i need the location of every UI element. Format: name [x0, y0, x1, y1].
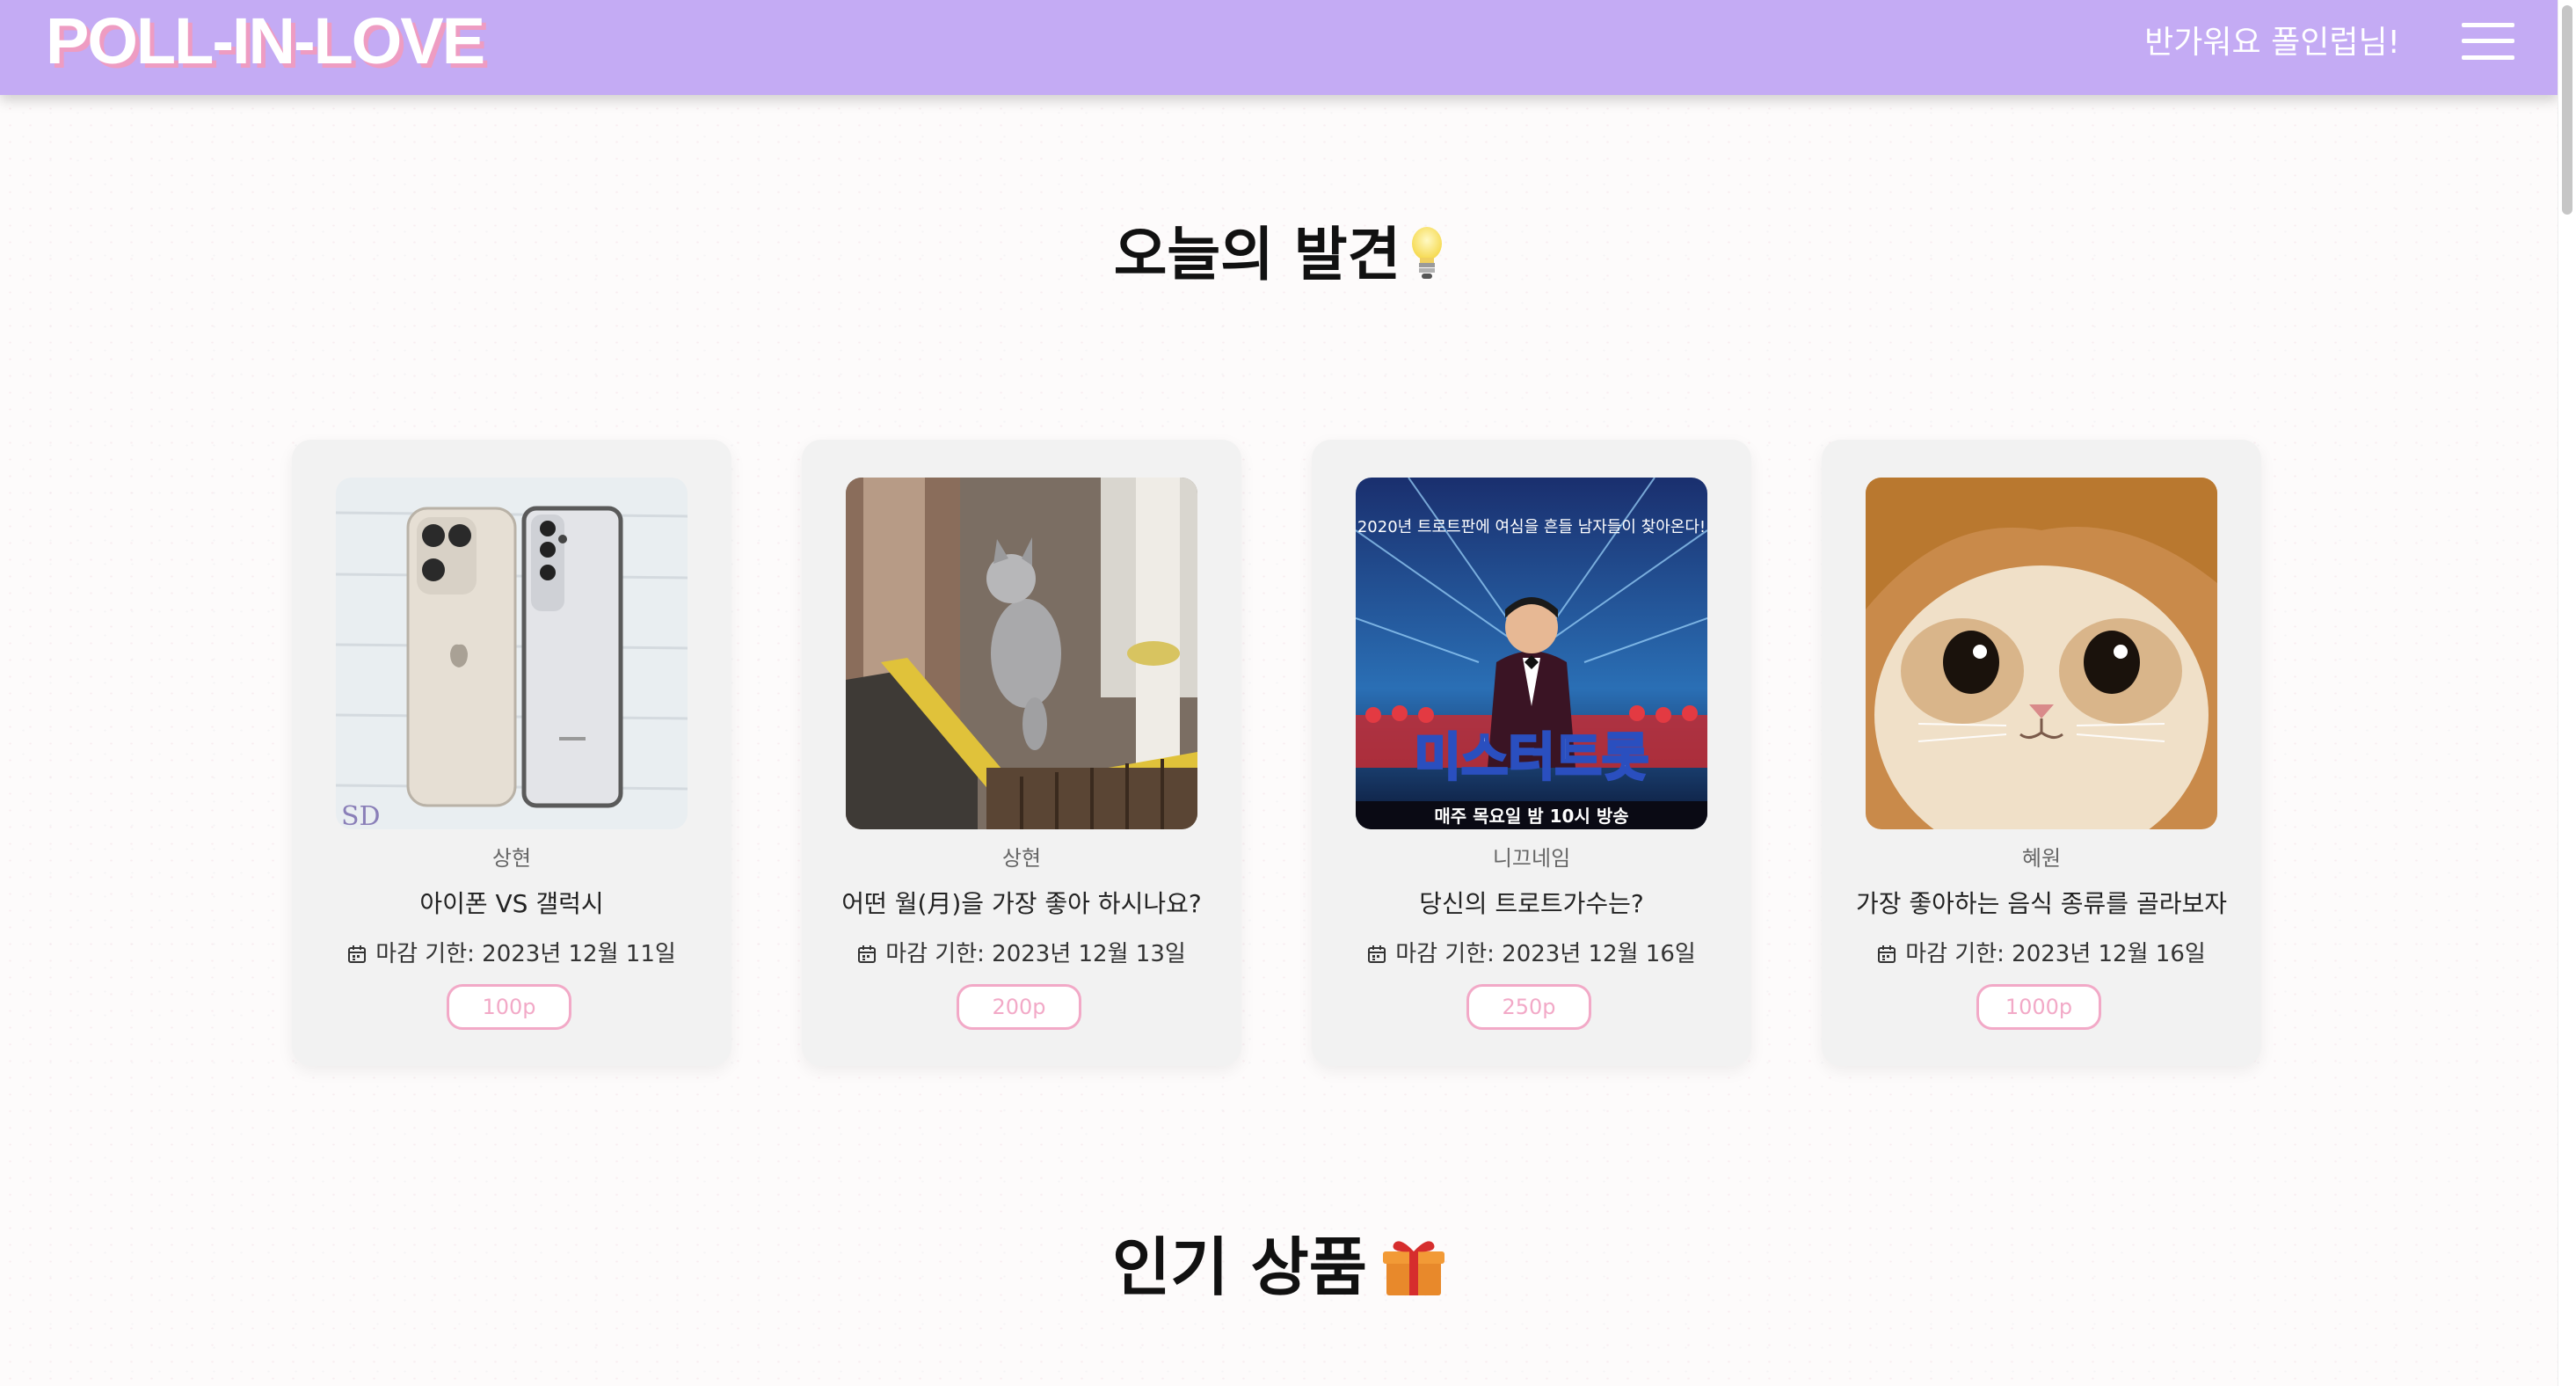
calendar-icon [348, 945, 367, 963]
points-badge[interactable]: 250p [1466, 984, 1591, 1030]
points-badge[interactable]: 1000p [1976, 984, 2101, 1030]
calendar-icon [1878, 945, 1896, 963]
card-deadline: 마감 기한: 2023년 12월 13일 [802, 936, 1241, 968]
card-deadline: 마감 기한: 2023년 12월 16일 [1822, 936, 2261, 968]
points-badge[interactable]: 100p [447, 984, 571, 1030]
card-author: 상현 [1001, 846, 1042, 871]
top-header: POLL-IN-LOVE 반가워요 폴인럽님! [0, 0, 2558, 95]
section-title-discover: 오늘의 발견 [0, 208, 2558, 292]
scrollbar-thumb[interactable] [2562, 5, 2572, 215]
points-badge[interactable]: 200p [957, 984, 1081, 1030]
trot-show-image[interactable]: 2020년 트로트판에 여심을 흔들 남자들이 찾아온다! 미스터트롯 매주 목… [1356, 478, 1707, 829]
card-author: 상현 [491, 846, 532, 871]
card-title[interactable]: 아이폰 VS 갤럭시 [292, 885, 731, 920]
phones-image[interactable]: SD [336, 478, 688, 829]
lightbulb-icon [1412, 226, 1443, 279]
greeting-text: 반가워요 폴인럽님! [2144, 25, 2400, 61]
cat-door-image[interactable] [846, 478, 1197, 829]
poll-card[interactable]: 2020년 트로트판에 여심을 흔들 남자들이 찾아온다! 미스터트롯 매주 목… [1312, 440, 1751, 1066]
cat-hood-image[interactable] [1866, 478, 2217, 829]
card-deadline: 마감 기한: 2023년 12월 16일 [1312, 936, 1751, 968]
calendar-icon [858, 945, 877, 963]
card-title[interactable]: 가장 좋아하는 음식 종류를 골라보자 [1822, 885, 2261, 920]
card-deadline-text: 마감 기한: 2023년 12월 13일 [885, 941, 1186, 967]
gift-icon [1383, 1241, 1445, 1296]
scrollbar[interactable] [2558, 0, 2576, 1386]
section-title-popular: 인기 상품 [0, 1215, 2558, 1308]
card-author: 혜원 [2021, 846, 2062, 871]
poster-show-title: 미스터트롯 [1415, 727, 1649, 787]
discover-title-text: 오늘의 발견 [1113, 221, 1401, 288]
card-deadline-text: 마감 기한: 2023년 12월 16일 [1905, 941, 2206, 967]
menu-icon[interactable] [2462, 21, 2514, 62]
poll-card[interactable]: 혜원 가장 좋아하는 음식 종류를 골라보자 마감 기한: 2023년 12월 … [1822, 440, 2261, 1066]
popular-title-text: 인기 상품 [1111, 1230, 1368, 1304]
card-title[interactable]: 어떤 월(月)을 가장 좋아 하시나요? [802, 885, 1241, 920]
poster-schedule: 매주 목요일 밤 10시 방송 [1434, 806, 1628, 827]
card-deadline-text: 마감 기한: 2023년 12월 11일 [375, 941, 676, 967]
card-author: 니끄네임 [1492, 846, 1571, 871]
poll-card[interactable]: SD 상현 아이폰 VS 갤럭시 마감 기한: 2023년 12월 11일 10… [292, 440, 731, 1066]
card-deadline-text: 마감 기한: 2023년 12월 16일 [1395, 941, 1696, 967]
card-title[interactable]: 당신의 트로트가수는? [1312, 885, 1751, 920]
calendar-icon [1368, 945, 1386, 963]
svg-text:SD: SD [341, 801, 381, 829]
poll-card[interactable]: 상현 어떤 월(月)을 가장 좋아 하시나요? 마감 기한: 2023년 12월… [802, 440, 1241, 1066]
card-deadline: 마감 기한: 2023년 12월 11일 [292, 936, 731, 968]
poster-headline: 2020년 트로트판에 여심을 흔들 남자들이 찾아온다! [1357, 518, 1706, 536]
site-logo[interactable]: POLL-IN-LOVE [46, 0, 485, 83]
